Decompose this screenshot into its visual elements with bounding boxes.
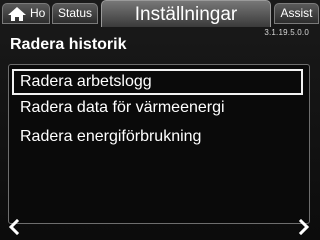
tab-installningar[interactable]: Inställningar xyxy=(101,0,271,27)
chevron-right-icon[interactable] xyxy=(298,219,310,235)
version-label: 3.1.19.5.0.0 xyxy=(264,28,309,37)
home-icon xyxy=(8,7,26,21)
tab-bar: Ho Status Inställningar Assist xyxy=(0,0,320,28)
tab-status[interactable]: Status xyxy=(52,3,98,24)
tab-home-label: Ho xyxy=(30,6,46,20)
menu-item-radera-energiforbrukning[interactable]: Radera energiförbrukning xyxy=(12,124,303,150)
menu-item-radera-arbetslogg[interactable]: Radera arbetslogg xyxy=(12,69,303,95)
chevron-left-icon[interactable] xyxy=(8,219,20,235)
page-title: Radera historik xyxy=(10,36,127,53)
screen: Ho Status Inställningar Assist 3.1.19.5.… xyxy=(0,0,320,240)
menu-item-radera-data-varmeenergi[interactable]: Radera data för värmeenergi xyxy=(12,95,303,121)
menu-list: Radera arbetslogg Radera data för värmee… xyxy=(8,64,310,224)
tab-home[interactable]: Ho xyxy=(2,3,50,24)
tab-assist[interactable]: Assist xyxy=(274,3,319,24)
